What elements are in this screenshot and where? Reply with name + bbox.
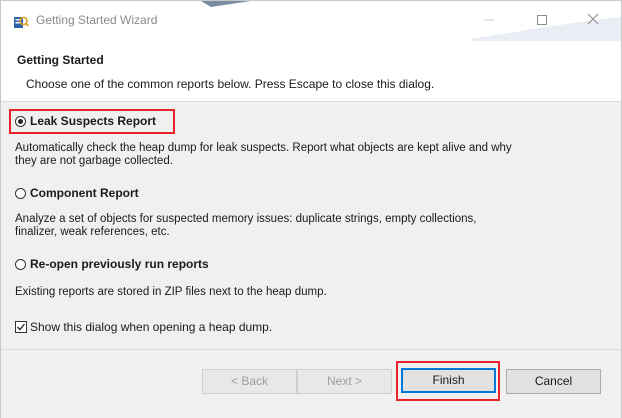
title-bar: Getting Started Wizard [1, 1, 621, 41]
finish-button[interactable]: Finish [401, 368, 496, 393]
option-description: Existing reports are stored in ZIP files… [15, 286, 327, 298]
option-label: Leak Suspects Report [30, 114, 157, 128]
reopen-reports-radio[interactable] [15, 259, 26, 270]
option-description: Automatically check the heap dump for le… [15, 142, 512, 167]
close-icon [587, 13, 599, 25]
page-title: Getting Started [17, 53, 104, 67]
getting-started-wizard-window: Getting Started Wizard Getting Started C… [0, 0, 622, 418]
minimize-icon [484, 19, 494, 21]
option-label: Component Report [30, 186, 139, 200]
options-panel: Leak Suspects Report Automatically check… [1, 102, 621, 348]
maximize-icon [537, 15, 547, 25]
close-button[interactable] [579, 9, 607, 33]
back-button[interactable]: < Back [202, 369, 297, 394]
window-title: Getting Started Wizard [36, 13, 158, 27]
checkmark-icon [17, 323, 26, 331]
wizard-footer: < Back Next > Finish Cancel [1, 349, 621, 418]
show-dialog-checkbox[interactable] [15, 321, 27, 333]
next-button[interactable]: Next > [297, 369, 392, 394]
maximize-button[interactable] [528, 9, 556, 33]
cancel-button[interactable]: Cancel [506, 369, 601, 394]
leak-suspects-radio[interactable] [15, 116, 26, 127]
component-report-radio[interactable] [15, 188, 26, 199]
minimize-button[interactable] [475, 9, 503, 33]
option-description: Analyze a set of objects for suspected m… [15, 213, 477, 238]
wizard-header: Getting Started Choose one of the common… [1, 41, 621, 102]
option-label: Re-open previously run reports [30, 257, 209, 271]
show-dialog-checkbox-label[interactable]: Show this dialog when opening a heap dum… [30, 320, 272, 334]
page-description: Choose one of the common reports below. … [26, 77, 435, 91]
memory-analyzer-app-icon [14, 16, 29, 28]
